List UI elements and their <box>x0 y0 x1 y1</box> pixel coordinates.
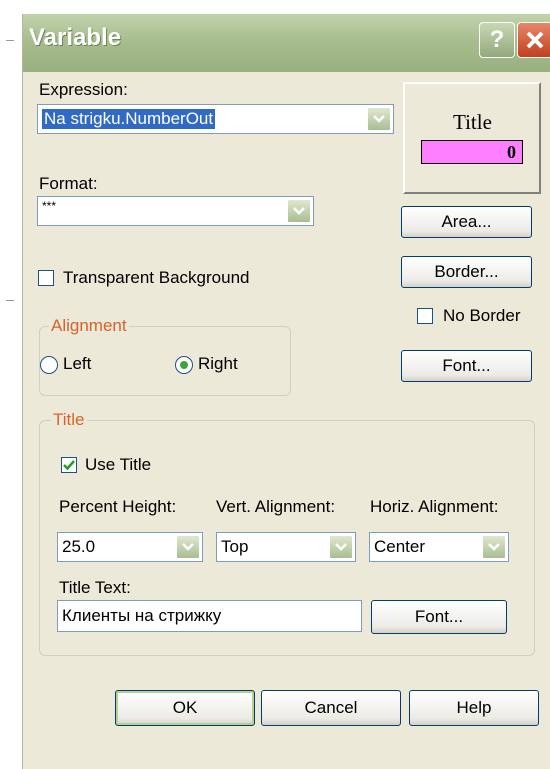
chevron-down-icon[interactable] <box>176 535 200 559</box>
format-combo[interactable]: *** <box>37 196 314 226</box>
help-button-label: Help <box>456 698 492 717</box>
radio-dot <box>180 361 188 369</box>
title-text-value: Клиенты на стрижку <box>62 606 222 625</box>
horiz-alignment-label: Horiz. Alignment: <box>370 497 499 516</box>
ok-button-label: OK <box>172 698 198 717</box>
title-bar[interactable]: Variable ? <box>23 14 550 72</box>
preview-value: 0 <box>507 142 516 162</box>
use-title-label: Use Title <box>85 455 152 474</box>
chevron-down-icon[interactable] <box>329 535 353 559</box>
no-border-checkbox[interactable] <box>417 308 433 324</box>
use-title-checkbox[interactable] <box>61 457 77 473</box>
border-button[interactable]: Border... <box>401 256 532 288</box>
transparent-background-checkbox[interactable] <box>38 270 54 286</box>
edge-mark <box>6 300 14 301</box>
check-icon <box>63 460 75 471</box>
preview-title: Title <box>453 110 492 134</box>
title-text-label: Title Text: <box>59 578 131 597</box>
title-font-button[interactable]: Font... <box>371 600 507 634</box>
percent-height-label: Percent Height: <box>59 497 177 516</box>
help-button[interactable]: Help <box>409 690 539 726</box>
ok-button[interactable]: OK <box>115 690 255 726</box>
close-button[interactable] <box>517 22 550 58</box>
expression-value: Na strigku.NumberOut <box>42 109 216 129</box>
cancel-button[interactable]: Cancel <box>261 690 401 726</box>
format-value: *** <box>42 199 57 213</box>
alignment-group-title: Alignment <box>49 316 129 336</box>
no-border-label: No Border <box>443 306 521 325</box>
preview-value-box: 0 <box>421 140 523 164</box>
area-button[interactable]: Area... <box>401 206 532 238</box>
close-icon <box>526 31 544 49</box>
chevron-down-icon[interactable] <box>287 199 311 223</box>
percent-height-combo[interactable]: 25.0 <box>57 532 203 562</box>
font-button-label: Font... <box>442 356 491 375</box>
alignment-right-label: Right <box>198 354 238 373</box>
title-text-input[interactable]: Клиенты на стрижку <box>57 600 362 632</box>
horiz-alignment-value: Center <box>374 537 426 556</box>
vert-alignment-value: Top <box>221 537 249 556</box>
cancel-button-label: Cancel <box>304 698 358 717</box>
border-button-label: Border... <box>434 262 499 281</box>
alignment-left-label: Left <box>63 354 92 373</box>
alignment-left-radio[interactable] <box>40 356 58 374</box>
font-button[interactable]: Font... <box>401 350 532 382</box>
alignment-right-radio[interactable] <box>175 356 193 374</box>
transparent-background-label: Transparent Background <box>63 268 250 287</box>
title-preview: Title 0 <box>403 82 541 194</box>
area-button-label: Area... <box>441 212 492 231</box>
title-font-button-label: Font... <box>414 607 464 626</box>
expression-label: Expression: <box>39 80 128 99</box>
dialog-window: Variable ? Expression: Na strigku.Number… <box>22 14 550 769</box>
expression-combo[interactable]: Na strigku.NumberOut <box>37 104 394 134</box>
percent-height-value: 25.0 <box>62 537 96 556</box>
format-label: Format: <box>39 174 98 193</box>
window-title: Variable <box>29 24 122 51</box>
vert-alignment-label: Vert. Alignment: <box>216 497 336 516</box>
title-group-title: Title <box>51 410 87 430</box>
question-icon: ? <box>489 26 505 53</box>
chevron-down-icon[interactable] <box>367 107 391 131</box>
help-title-button[interactable]: ? <box>479 22 515 58</box>
edge-mark <box>6 40 14 41</box>
vert-alignment-combo[interactable]: Top <box>216 532 356 562</box>
chevron-down-icon[interactable] <box>482 535 506 559</box>
horiz-alignment-combo[interactable]: Center <box>369 532 509 562</box>
